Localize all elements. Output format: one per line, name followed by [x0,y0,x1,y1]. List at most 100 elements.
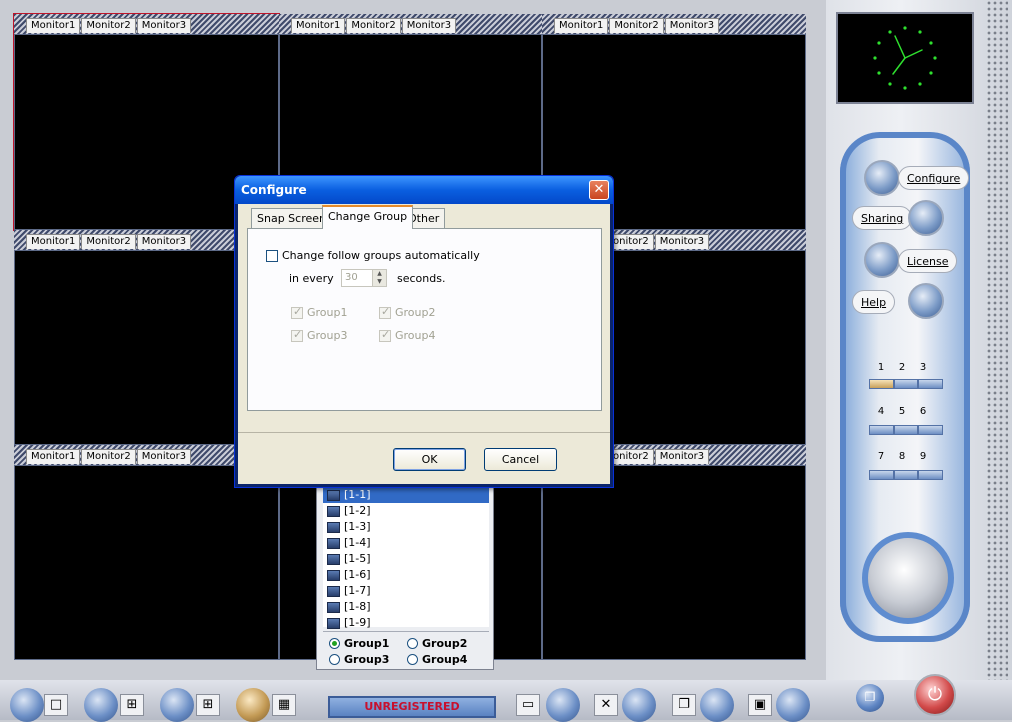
record-knob[interactable] [776,688,810,722]
auto-change-checkbox[interactable]: Change follow groups automatically [266,249,480,262]
ok-button[interactable]: OK [393,448,466,471]
layout-1x1-icon[interactable]: □ [44,694,68,716]
checkbox-checked-icon [291,305,303,319]
list-item[interactable]: [1-5] [323,551,489,567]
monitor-knob[interactable] [546,688,580,722]
monitor-tab-2[interactable]: onitor2 [608,449,654,464]
layout-2x2-knob[interactable] [84,688,118,722]
layout-button-1[interactable] [869,379,894,389]
monitor-tab-3[interactable]: Monitor3 [654,234,710,249]
minimize-button[interactable]: ❐ [856,684,884,712]
ptz-joystick-knob[interactable] [862,532,954,624]
monitor-tab-1[interactable]: Monitor1 [26,18,81,33]
group1-checkbox[interactable]: Group1 [291,305,348,319]
monitor-tab-1[interactable]: Monitor1 [26,449,81,464]
group-radio-2[interactable]: Group2 [407,637,467,650]
list-item[interactable]: [1-7] [323,583,489,599]
monitor-tab-3[interactable]: Monitor3 [401,18,457,33]
dialog-close-button[interactable]: ✕ [589,180,609,200]
layout-3x3-icon[interactable]: ▦ [272,694,296,716]
monitor-tab-1[interactable]: Monitor1 [26,234,81,249]
camera-icon [327,569,340,581]
camera-icon [327,585,340,597]
device-list-panel: [1-1] [1-2] [1-3] [1-4] [1-5] [1-6] [1-7] [1-8]… [316,484,494,670]
tab-snap-screen[interactable]: Snap Screen [251,208,332,228]
layout-button-3[interactable] [918,379,943,389]
list-item[interactable]: [1-4] [323,535,489,551]
monitor-icon[interactable]: ▭ [516,694,540,716]
license-knob[interactable] [864,242,900,278]
monitor-tab-2[interactable]: Monitor2 [81,18,136,33]
group-radio-3[interactable]: Group3 [329,653,389,666]
camera-icon [327,601,340,613]
monitor-tab-2[interactable]: onitor2 [608,234,654,249]
group-radio-1[interactable]: Group1 [329,637,389,650]
help-button[interactable]: Help [852,290,896,314]
monitor-tabs: Monitor1 Monitor2 Monitor3 [26,449,192,465]
layout-number-3: 3 [919,362,927,373]
window-icon[interactable]: ❐ [672,694,696,716]
in-every-label: in every [289,272,334,285]
stepper-arrows-icon[interactable]: ▲ ▼ [372,270,386,286]
layout-3x3-knob[interactable] [236,688,270,722]
power-button[interactable]: ⏻ [914,674,956,716]
camera-icon [327,553,340,565]
layout-button-7[interactable] [869,470,894,480]
monitor-tabs: Monitor1 Monitor2 Monitor3 [26,18,192,34]
monitor-tab-1[interactable]: Monitor1 [291,18,346,33]
window-knob[interactable] [700,688,734,722]
interval-stepper[interactable]: 30 ▲ ▼ [341,269,387,287]
device-list: [1-1] [1-2] [1-3] [1-4] [1-5] [1-6] [1-7] [1-8]… [323,487,489,629]
video-screen[interactable] [14,465,279,660]
list-item[interactable]: [1-8] [323,599,489,615]
license-button[interactable]: License [898,249,958,273]
layout-button-9[interactable] [918,470,943,480]
monitor-tab-3[interactable]: Monitor3 [136,449,192,464]
tools-knob[interactable] [622,688,656,722]
monitor-tab-2[interactable]: Monitor2 [81,234,136,249]
sharing-knob[interactable] [908,200,944,236]
group3-checkbox[interactable]: Group3 [291,328,348,342]
list-item[interactable]: [1-6] [323,567,489,583]
configure-button[interactable]: Configure [898,166,970,190]
tab-change-group[interactable]: Change Group [322,205,414,229]
monitor-tab-2[interactable]: Monitor2 [609,18,664,33]
record-icon[interactable]: ▣ [748,694,772,716]
group-radio-4[interactable]: Group4 [407,653,467,666]
layout-number-1: 1 [877,362,885,373]
device-label: [1-9] [344,616,371,629]
layout-button-6[interactable] [918,425,943,435]
layout-button-2[interactable] [894,379,918,389]
list-item[interactable]: [1-1] [323,487,489,503]
change-group-panel: Change follow groups automatically in ev… [247,228,602,411]
monitor-tab-3[interactable]: Monitor3 [136,234,192,249]
layout-quad-knob[interactable] [160,688,194,722]
group2-checkbox[interactable]: Group2 [379,305,436,319]
monitor-tab-1[interactable]: Monitor1 [554,18,609,33]
group4-checkbox[interactable]: Group4 [379,328,436,342]
speaker-grille [986,0,1008,680]
layout-1x1-knob[interactable] [10,688,44,722]
layout-button-5[interactable] [894,425,918,435]
list-item[interactable]: [1-3] [323,519,489,535]
layout-button-4[interactable] [869,425,894,435]
sharing-button[interactable]: Sharing [852,206,913,230]
monitor-tab-3[interactable]: Monitor3 [654,449,710,464]
monitor-tab-3[interactable]: Monitor3 [664,18,720,33]
group-radio-label-3: Group3 [344,653,390,666]
configure-knob[interactable] [864,160,900,196]
checkbox-icon [266,250,278,262]
monitor-tab-2[interactable]: Monitor2 [346,18,401,33]
layout-quad-icon[interactable]: ⊞ [196,694,220,716]
layout-button-8[interactable] [894,470,918,480]
list-item[interactable]: [1-2] [323,503,489,519]
help-knob[interactable] [908,283,944,319]
cancel-button[interactable]: Cancel [484,448,557,471]
tools-icon[interactable]: ✕ [594,694,618,716]
dialog-body: Snap Screen Change Group Other Change fo… [238,204,610,484]
layout-2x2-icon[interactable]: ⊞ [120,694,144,716]
monitor-tab-3[interactable]: Monitor3 [136,18,192,33]
video-screen[interactable] [542,465,806,660]
list-item[interactable]: [1-9] [323,615,489,631]
monitor-tab-2[interactable]: Monitor2 [81,449,136,464]
